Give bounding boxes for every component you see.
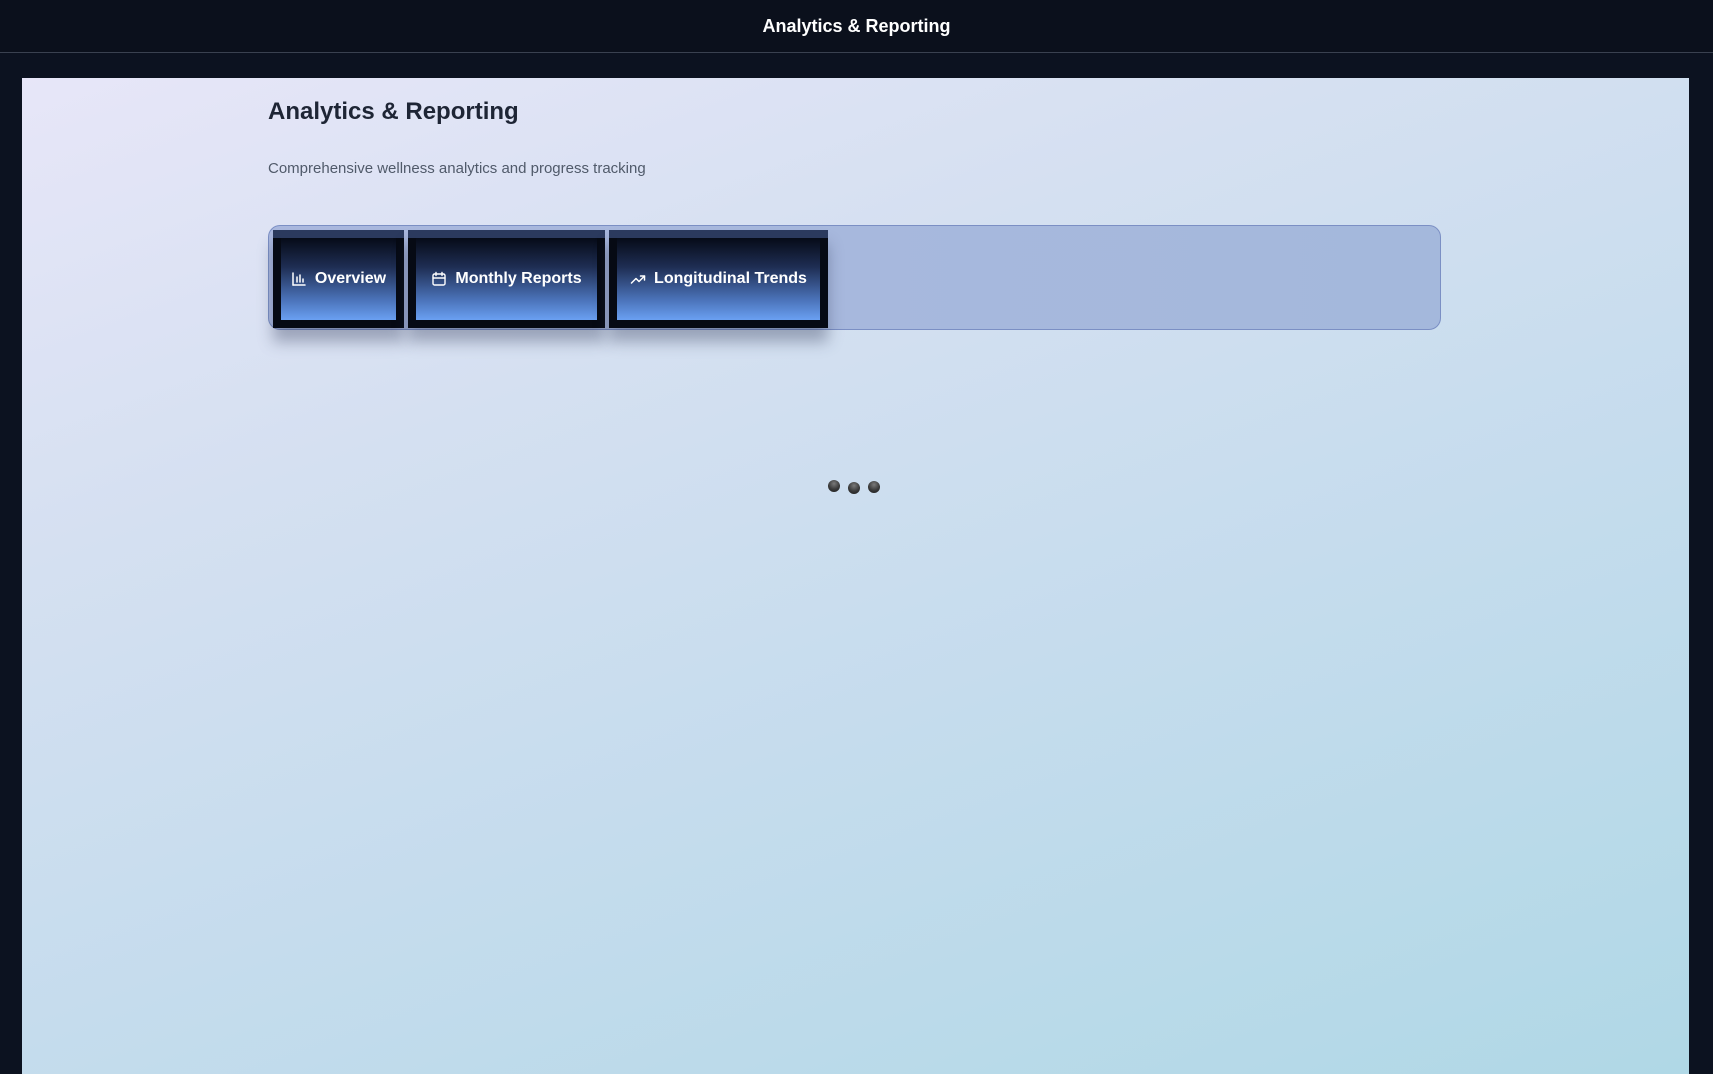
- page-subtitle: Comprehensive wellness analytics and pro…: [268, 160, 646, 177]
- tab-overview[interactable]: Overview: [273, 230, 404, 328]
- loading-dot: [828, 480, 840, 492]
- tab-overview-label: Overview: [314, 270, 387, 287]
- loading-dot: [868, 481, 880, 493]
- tab-monthly-reports[interactable]: Monthly Reports: [408, 230, 605, 328]
- main-content: Analytics & Reporting Comprehensive well…: [22, 78, 1689, 1074]
- tab-longitudinal-trends-button[interactable]: Longitudinal Trends: [617, 238, 820, 320]
- loading-indicator: [828, 480, 888, 500]
- loading-dot: [848, 482, 860, 494]
- tab-longitudinal-trends[interactable]: Longitudinal Trends: [609, 230, 828, 328]
- tab-bar: Overview Monthly Reports Longitudinal Tr…: [268, 225, 1441, 330]
- tab-monthly-reports-button[interactable]: Monthly Reports: [416, 238, 597, 320]
- tab-monthly-reports-label: Monthly Reports: [455, 270, 582, 287]
- trending-up-icon: [630, 271, 646, 287]
- calendar-icon: [431, 271, 447, 287]
- top-bar: Analytics & Reporting: [0, 0, 1713, 53]
- tab-longitudinal-trends-label: Longitudinal Trends: [654, 270, 807, 287]
- bar-chart-icon: [291, 271, 307, 287]
- page-title: Analytics & Reporting: [268, 98, 519, 125]
- tab-overview-button[interactable]: Overview: [281, 238, 396, 320]
- app-title: Analytics & Reporting: [762, 15, 951, 36]
